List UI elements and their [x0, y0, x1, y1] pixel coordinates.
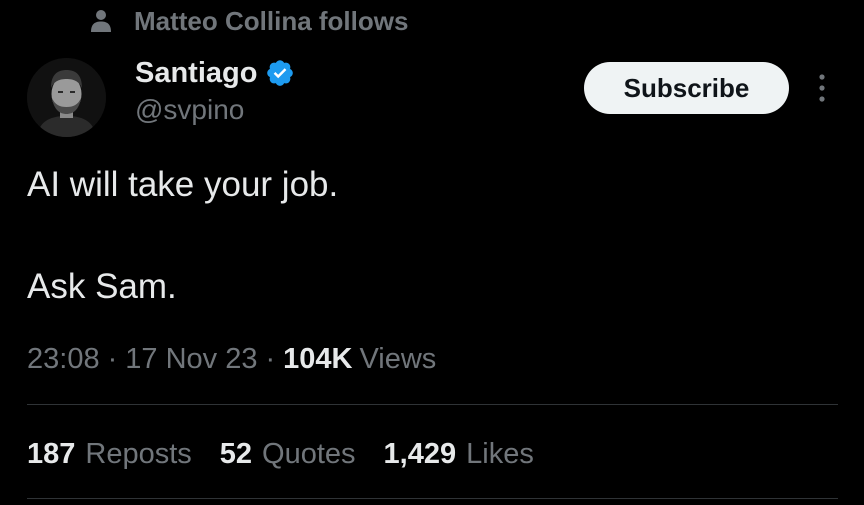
tweet-date[interactable]: 17 Nov 23 [125, 343, 257, 376]
likes-label: Likes [466, 437, 534, 470]
tweet-text-line: AI will take your job. [27, 165, 339, 204]
subscribe-button[interactable]: Subscribe [584, 62, 789, 114]
person-icon [88, 8, 114, 34]
quotes-stat[interactable]: 52 Quotes [220, 438, 356, 471]
quotes-label: Quotes [262, 437, 356, 470]
views-label[interactable]: Views [359, 343, 436, 376]
reposts-label: Reposts [85, 437, 192, 470]
tweet-text-line: Ask Sam. [27, 267, 177, 306]
social-context-text: Matteo Collina follows [134, 5, 409, 36]
engagement-stats: 187 Reposts 52 Quotes 1,429 Likes [27, 432, 534, 476]
avatar-photo [27, 58, 106, 137]
meta-separator: · [107, 342, 118, 375]
likes-stat[interactable]: 1,429 Likes [384, 438, 534, 471]
divider [27, 404, 838, 405]
author-handle[interactable]: @svpino [135, 94, 244, 126]
divider [27, 498, 838, 499]
likes-count: 1,429 [383, 437, 457, 470]
tweet-meta: 23:08 · 17 Nov 23 · 104K Views [27, 337, 436, 381]
meta-separator: · [265, 342, 276, 375]
views-count[interactable]: 104K [283, 343, 352, 376]
author-name[interactable]: Santiago [135, 57, 257, 90]
reposts-stat[interactable]: 187 Reposts [27, 438, 192, 471]
quotes-count: 52 [219, 437, 253, 470]
more-vertical-icon[interactable] [810, 70, 834, 106]
avatar[interactable] [27, 58, 106, 137]
tweet-time[interactable]: 23:08 [27, 343, 100, 376]
reposts-count: 187 [27, 437, 76, 470]
author-name-row[interactable]: Santiago [135, 54, 295, 92]
social-context[interactable]: Matteo Collina follows [88, 4, 408, 38]
tweet-text: AI will take your job. Ask Sam. [27, 160, 827, 312]
verified-badge-icon[interactable] [265, 58, 295, 88]
